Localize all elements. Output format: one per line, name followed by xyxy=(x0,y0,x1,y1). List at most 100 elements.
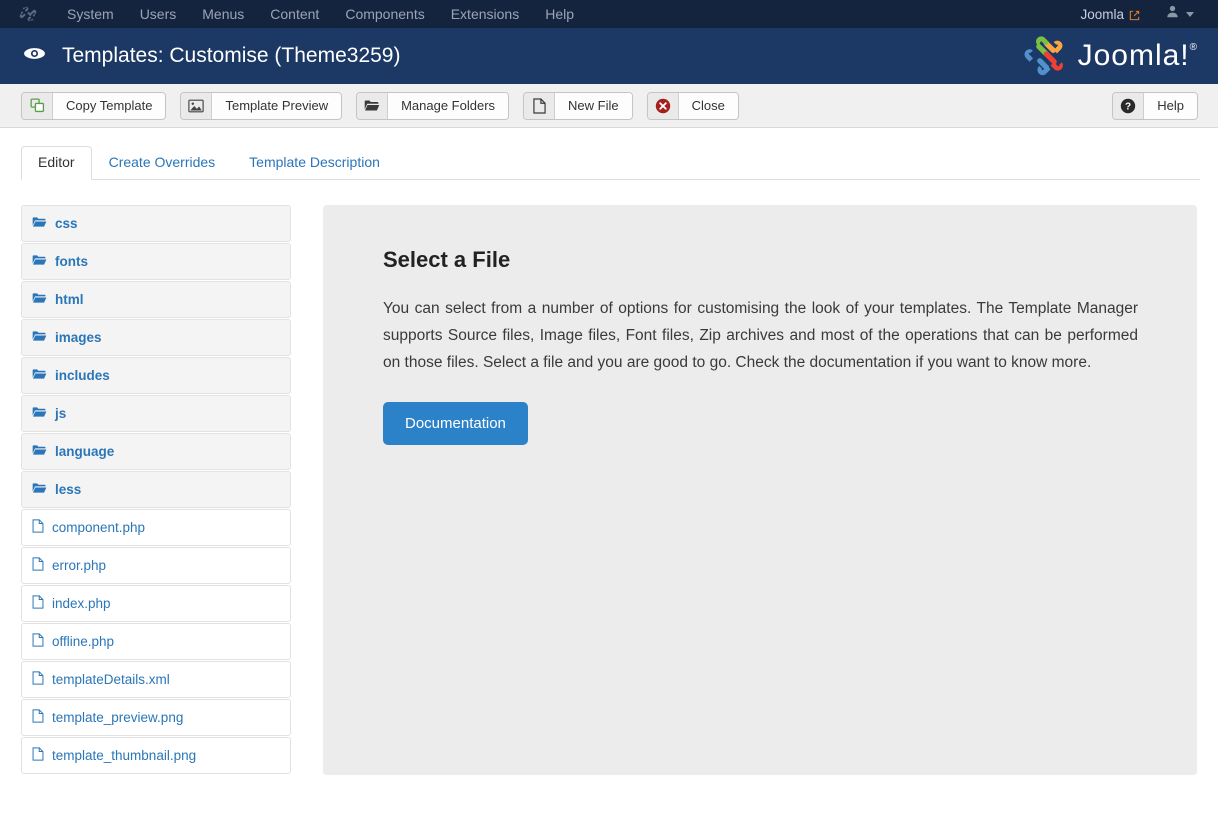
page-header: Templates: Customise (Theme3259) Joomla!… xyxy=(0,28,1218,84)
topnav-item-menus[interactable]: Menus xyxy=(189,0,257,28)
topnav-item-content[interactable]: Content xyxy=(257,0,332,28)
documentation-button[interactable]: Documentation xyxy=(383,402,528,445)
topnav-item-extensions[interactable]: Extensions xyxy=(438,0,532,28)
list-item-label: component.php xyxy=(52,520,146,535)
tabs-container: Editor Create Overrides Template Descrip… xyxy=(0,128,1218,180)
topnav-right-group: Joomla xyxy=(1068,5,1204,23)
main-content: css fonts html images includes js langua… xyxy=(0,180,1218,775)
visit-site-link[interactable]: Joomla xyxy=(1068,7,1152,22)
close-circle-icon xyxy=(647,92,679,119)
template-preview-button[interactable]: Template Preview xyxy=(180,91,343,120)
toolbar-right-group: ? Help xyxy=(1112,91,1198,120)
folder-icon xyxy=(32,330,47,345)
user-icon xyxy=(1166,5,1179,23)
file-icon xyxy=(32,519,44,536)
list-item-file-templatedetails-xml[interactable]: templateDetails.xml xyxy=(21,661,291,698)
copy-template-button[interactable]: Copy Template xyxy=(21,91,167,120)
list-item-label: language xyxy=(55,444,115,459)
eye-icon xyxy=(22,44,47,68)
list-item-label: js xyxy=(55,406,67,421)
list-item-folder-language[interactable]: language xyxy=(21,433,291,470)
file-icon xyxy=(32,747,44,764)
tab-bar: Editor Create Overrides Template Descrip… xyxy=(21,146,1200,180)
chevron-down-icon xyxy=(1186,11,1194,17)
close-button[interactable]: Close xyxy=(646,91,739,120)
folder-icon xyxy=(32,254,47,269)
top-navigation-bar: System Users Menus Content Components Ex… xyxy=(0,0,1218,28)
list-item-label: fonts xyxy=(55,254,88,269)
list-item-label: html xyxy=(55,292,84,307)
list-item-label: template_thumbnail.png xyxy=(52,748,197,763)
list-item-label: template_preview.png xyxy=(52,710,184,725)
joomla-wordmark-text: Joomla! xyxy=(1077,39,1190,72)
list-item-label: less xyxy=(55,482,82,497)
panel-body-text: You can select from a number of options … xyxy=(383,300,1138,371)
external-link-icon xyxy=(1129,9,1140,20)
tab-editor[interactable]: Editor xyxy=(21,146,92,180)
help-button[interactable]: ? Help xyxy=(1112,91,1198,120)
folder-icon xyxy=(32,482,47,497)
registered-mark: ® xyxy=(1189,42,1198,53)
list-item-label: index.php xyxy=(52,596,111,611)
list-item-file-offline-php[interactable]: offline.php xyxy=(21,623,291,660)
list-item-label: error.php xyxy=(52,558,107,573)
panel-heading: Select a File xyxy=(383,247,511,272)
list-item-folder-html[interactable]: html xyxy=(21,281,291,318)
folder-icon xyxy=(32,368,47,383)
folder-icon xyxy=(357,92,389,119)
list-item-file-error-php[interactable]: error.php xyxy=(21,547,291,584)
joomla-wordmark: Joomla! ® xyxy=(1078,39,1198,73)
toolbar: Copy Template Template Preview Manage Fo… xyxy=(0,84,1218,128)
manage-folders-label: Manage Folders xyxy=(388,92,509,119)
list-item-folder-less[interactable]: less xyxy=(21,471,291,508)
list-item-folder-css[interactable]: css xyxy=(21,205,291,242)
joomla-mark-icon[interactable] xyxy=(18,5,38,23)
close-label: Close xyxy=(678,92,738,119)
list-item-folder-images[interactable]: images xyxy=(21,319,291,356)
list-item-label: images xyxy=(55,330,102,345)
list-item-file-index-php[interactable]: index.php xyxy=(21,585,291,622)
list-item-file-template-preview-png[interactable]: template_preview.png xyxy=(21,699,291,736)
folder-icon xyxy=(32,406,47,421)
list-item-file-template-thumbnail-png[interactable]: template_thumbnail.png xyxy=(21,737,291,774)
copy-template-label: Copy Template xyxy=(53,92,166,119)
list-item-label: css xyxy=(55,216,78,231)
user-menu-button[interactable] xyxy=(1152,5,1204,23)
topnav-item-users[interactable]: Users xyxy=(127,0,190,28)
image-icon xyxy=(181,92,213,119)
folder-icon xyxy=(32,444,47,459)
list-item-folder-fonts[interactable]: fonts xyxy=(21,243,291,280)
topnav-item-help[interactable]: Help xyxy=(532,0,587,28)
list-item-folder-includes[interactable]: includes xyxy=(21,357,291,394)
page-title-group: Templates: Customise (Theme3259) xyxy=(22,44,400,68)
copy-icon xyxy=(22,92,53,119)
select-file-panel: Select a File You can select from a numb… xyxy=(323,205,1197,775)
template-preview-label: Template Preview xyxy=(212,92,342,119)
svg-text:?: ? xyxy=(1125,101,1131,112)
page-title: Templates: Customise (Theme3259) xyxy=(62,44,401,67)
new-file-label: New File xyxy=(555,92,632,119)
file-icon xyxy=(524,92,556,119)
topnav-menu: System Users Menus Content Components Ex… xyxy=(54,0,587,28)
list-item-label: templateDetails.xml xyxy=(52,672,170,687)
list-item-label: offline.php xyxy=(52,634,115,649)
question-circle-icon: ? xyxy=(1113,92,1145,119)
file-icon xyxy=(32,557,44,574)
list-item-file-component-php[interactable]: component.php xyxy=(21,509,291,546)
new-file-button[interactable]: New File xyxy=(523,91,633,120)
tab-template-description[interactable]: Template Description xyxy=(232,146,397,180)
folder-icon xyxy=(32,292,47,307)
file-icon xyxy=(32,595,44,612)
list-item-folder-js[interactable]: js xyxy=(21,395,291,432)
file-icon xyxy=(32,633,44,650)
tab-create-overrides[interactable]: Create Overrides xyxy=(92,146,233,180)
file-icon xyxy=(32,709,44,726)
manage-folders-button[interactable]: Manage Folders xyxy=(356,91,510,120)
help-label: Help xyxy=(1144,92,1197,119)
file-browser-list: css fonts html images includes js langua… xyxy=(21,205,291,775)
visit-site-label: Joomla xyxy=(1080,6,1124,22)
folder-icon xyxy=(32,216,47,231)
topnav-item-components[interactable]: Components xyxy=(332,0,437,28)
file-icon xyxy=(32,671,44,688)
topnav-item-system[interactable]: System xyxy=(54,0,127,28)
